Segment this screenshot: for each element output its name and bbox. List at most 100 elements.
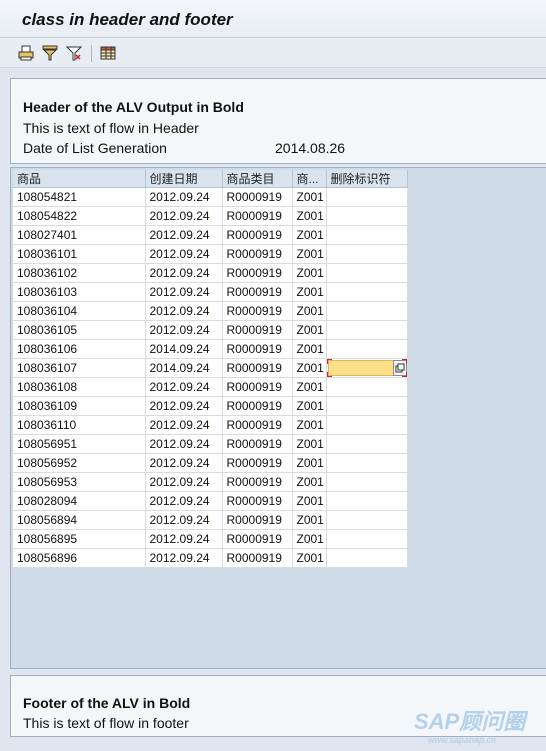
table-row[interactable]: 108036102 2012.09.24 R0000919 Z001 bbox=[13, 263, 408, 283]
cell-material-category[interactable]: R0000919 bbox=[222, 529, 293, 549]
deletion-flag-input[interactable] bbox=[327, 360, 394, 376]
cell-material-type[interactable]: Z001 bbox=[292, 225, 327, 245]
cell-material[interactable]: 108036104 bbox=[13, 301, 146, 321]
cell-material-type[interactable]: Z001 bbox=[292, 396, 327, 416]
cell-deletion-flag[interactable] bbox=[326, 187, 408, 207]
cell-deletion-flag[interactable] bbox=[326, 453, 408, 473]
cell-material[interactable]: 108054822 bbox=[13, 206, 146, 226]
cell-deletion-flag[interactable] bbox=[326, 434, 408, 454]
cell-material-type[interactable]: Z001 bbox=[292, 453, 327, 473]
cell-deletion-flag[interactable] bbox=[326, 282, 408, 302]
cell-material-type[interactable]: Z001 bbox=[292, 301, 327, 321]
cell-material[interactable]: 108036110 bbox=[13, 415, 146, 435]
cell-deletion-flag[interactable] bbox=[326, 358, 408, 378]
table-row[interactable]: 108054822 2012.09.24 R0000919 Z001 bbox=[13, 206, 408, 226]
cell-material[interactable]: 108036102 bbox=[13, 263, 146, 283]
cell-material-category[interactable]: R0000919 bbox=[222, 396, 293, 416]
cell-created-date[interactable]: 2014.09.24 bbox=[145, 358, 223, 378]
cell-material-type[interactable]: Z001 bbox=[292, 187, 327, 207]
table-row[interactable]: 108056895 2012.09.24 R0000919 Z001 bbox=[13, 529, 408, 549]
column-header-deletion-flag[interactable]: 删除标识符 bbox=[326, 170, 408, 188]
column-header-material[interactable]: 商品 bbox=[13, 170, 146, 188]
cell-deletion-flag[interactable] bbox=[326, 510, 408, 530]
cell-deletion-flag[interactable] bbox=[326, 339, 408, 359]
table-row[interactable]: 108036108 2012.09.24 R0000919 Z001 bbox=[13, 377, 408, 397]
cell-created-date[interactable]: 2012.09.24 bbox=[145, 491, 223, 511]
cell-material[interactable]: 108056894 bbox=[13, 510, 146, 530]
cell-material-category[interactable]: R0000919 bbox=[222, 415, 293, 435]
cell-created-date[interactable]: 2012.09.24 bbox=[145, 320, 223, 340]
cell-created-date[interactable]: 2012.09.24 bbox=[145, 510, 223, 530]
cell-deletion-flag[interactable] bbox=[326, 377, 408, 397]
cell-material-type[interactable]: Z001 bbox=[292, 244, 327, 264]
cell-material[interactable]: 108036108 bbox=[13, 377, 146, 397]
cell-created-date[interactable]: 2012.09.24 bbox=[145, 548, 223, 568]
cell-material[interactable]: 108056953 bbox=[13, 472, 146, 492]
table-row[interactable]: 108056896 2012.09.24 R0000919 Z001 bbox=[13, 548, 408, 568]
cell-material[interactable]: 108036105 bbox=[13, 320, 146, 340]
cell-material-category[interactable]: R0000919 bbox=[222, 358, 293, 378]
cell-created-date[interactable]: 2012.09.24 bbox=[145, 225, 223, 245]
cell-material-type[interactable]: Z001 bbox=[292, 206, 327, 226]
table-row[interactable]: 108056952 2012.09.24 R0000919 Z001 bbox=[13, 453, 408, 473]
cell-material[interactable]: 108028094 bbox=[13, 491, 146, 511]
cell-material-type[interactable]: Z001 bbox=[292, 491, 327, 511]
cell-material[interactable]: 108056951 bbox=[13, 434, 146, 454]
cell-material-category[interactable]: R0000919 bbox=[222, 225, 293, 245]
table-row[interactable]: 108036109 2012.09.24 R0000919 Z001 bbox=[13, 396, 408, 416]
cell-deletion-flag[interactable] bbox=[326, 225, 408, 245]
cell-deletion-flag[interactable] bbox=[326, 472, 408, 492]
column-header-material-category[interactable]: 商品类目 bbox=[222, 170, 293, 188]
cell-material-category[interactable]: R0000919 bbox=[222, 206, 293, 226]
cell-material-category[interactable]: R0000919 bbox=[222, 453, 293, 473]
table-row[interactable]: 108028094 2012.09.24 R0000919 Z001 bbox=[13, 491, 408, 511]
cell-material-category[interactable]: R0000919 bbox=[222, 434, 293, 454]
table-row[interactable]: 108056953 2012.09.24 R0000919 Z001 bbox=[13, 472, 408, 492]
cell-deletion-flag[interactable] bbox=[326, 415, 408, 435]
cell-deletion-flag[interactable] bbox=[326, 301, 408, 321]
cell-material-type[interactable]: Z001 bbox=[292, 510, 327, 530]
cell-material-category[interactable]: R0000919 bbox=[222, 548, 293, 568]
cell-material-type[interactable]: Z001 bbox=[292, 358, 327, 378]
cell-created-date[interactable]: 2012.09.24 bbox=[145, 472, 223, 492]
cell-material-category[interactable]: R0000919 bbox=[222, 510, 293, 530]
cell-deletion-flag[interactable] bbox=[326, 320, 408, 340]
cell-material-category[interactable]: R0000919 bbox=[222, 320, 293, 340]
cell-material[interactable]: 108056952 bbox=[13, 453, 146, 473]
cell-created-date[interactable]: 2012.09.24 bbox=[145, 529, 223, 549]
filter-button[interactable] bbox=[41, 44, 59, 62]
table-row[interactable]: 108056894 2012.09.24 R0000919 Z001 bbox=[13, 510, 408, 530]
cell-material-type[interactable]: Z001 bbox=[292, 377, 327, 397]
cell-created-date[interactable]: 2012.09.24 bbox=[145, 415, 223, 435]
cell-material[interactable]: 108036103 bbox=[13, 282, 146, 302]
cell-created-date[interactable]: 2012.09.24 bbox=[145, 187, 223, 207]
cell-material[interactable]: 108056896 bbox=[13, 548, 146, 568]
cell-created-date[interactable]: 2012.09.24 bbox=[145, 453, 223, 473]
cell-material[interactable]: 108036107 bbox=[13, 358, 146, 378]
cell-material-type[interactable]: Z001 bbox=[292, 263, 327, 283]
cell-deletion-flag[interactable] bbox=[326, 529, 408, 549]
cell-material-category[interactable]: R0000919 bbox=[222, 491, 293, 511]
cell-material-type[interactable]: Z001 bbox=[292, 282, 327, 302]
column-header-created-date[interactable]: 创建日期 bbox=[145, 170, 223, 188]
cell-material-type[interactable]: Z001 bbox=[292, 472, 327, 492]
column-header-material-type[interactable]: 商... bbox=[292, 170, 327, 188]
cell-deletion-flag[interactable] bbox=[326, 491, 408, 511]
cell-created-date[interactable]: 2012.09.24 bbox=[145, 244, 223, 264]
cell-material-type[interactable]: Z001 bbox=[292, 434, 327, 454]
table-row[interactable]: 108036101 2012.09.24 R0000919 Z001 bbox=[13, 244, 408, 264]
cell-created-date[interactable]: 2012.09.24 bbox=[145, 301, 223, 321]
cell-deletion-flag[interactable] bbox=[326, 548, 408, 568]
cell-deletion-flag[interactable] bbox=[326, 396, 408, 416]
cell-created-date[interactable]: 2012.09.24 bbox=[145, 377, 223, 397]
cell-created-date[interactable]: 2012.09.24 bbox=[145, 263, 223, 283]
table-row[interactable]: 108036107 2014.09.24 R0000919 Z001 bbox=[13, 358, 408, 378]
cell-material[interactable]: 108036109 bbox=[13, 396, 146, 416]
cell-material[interactable]: 108027401 bbox=[13, 225, 146, 245]
layout-button[interactable] bbox=[99, 44, 117, 62]
cell-created-date[interactable]: 2012.09.24 bbox=[145, 282, 223, 302]
table-row[interactable]: 108036104 2012.09.24 R0000919 Z001 bbox=[13, 301, 408, 321]
table-row[interactable]: 108036110 2012.09.24 R0000919 Z001 bbox=[13, 415, 408, 435]
cell-material-category[interactable]: R0000919 bbox=[222, 244, 293, 264]
cell-material-category[interactable]: R0000919 bbox=[222, 339, 293, 359]
